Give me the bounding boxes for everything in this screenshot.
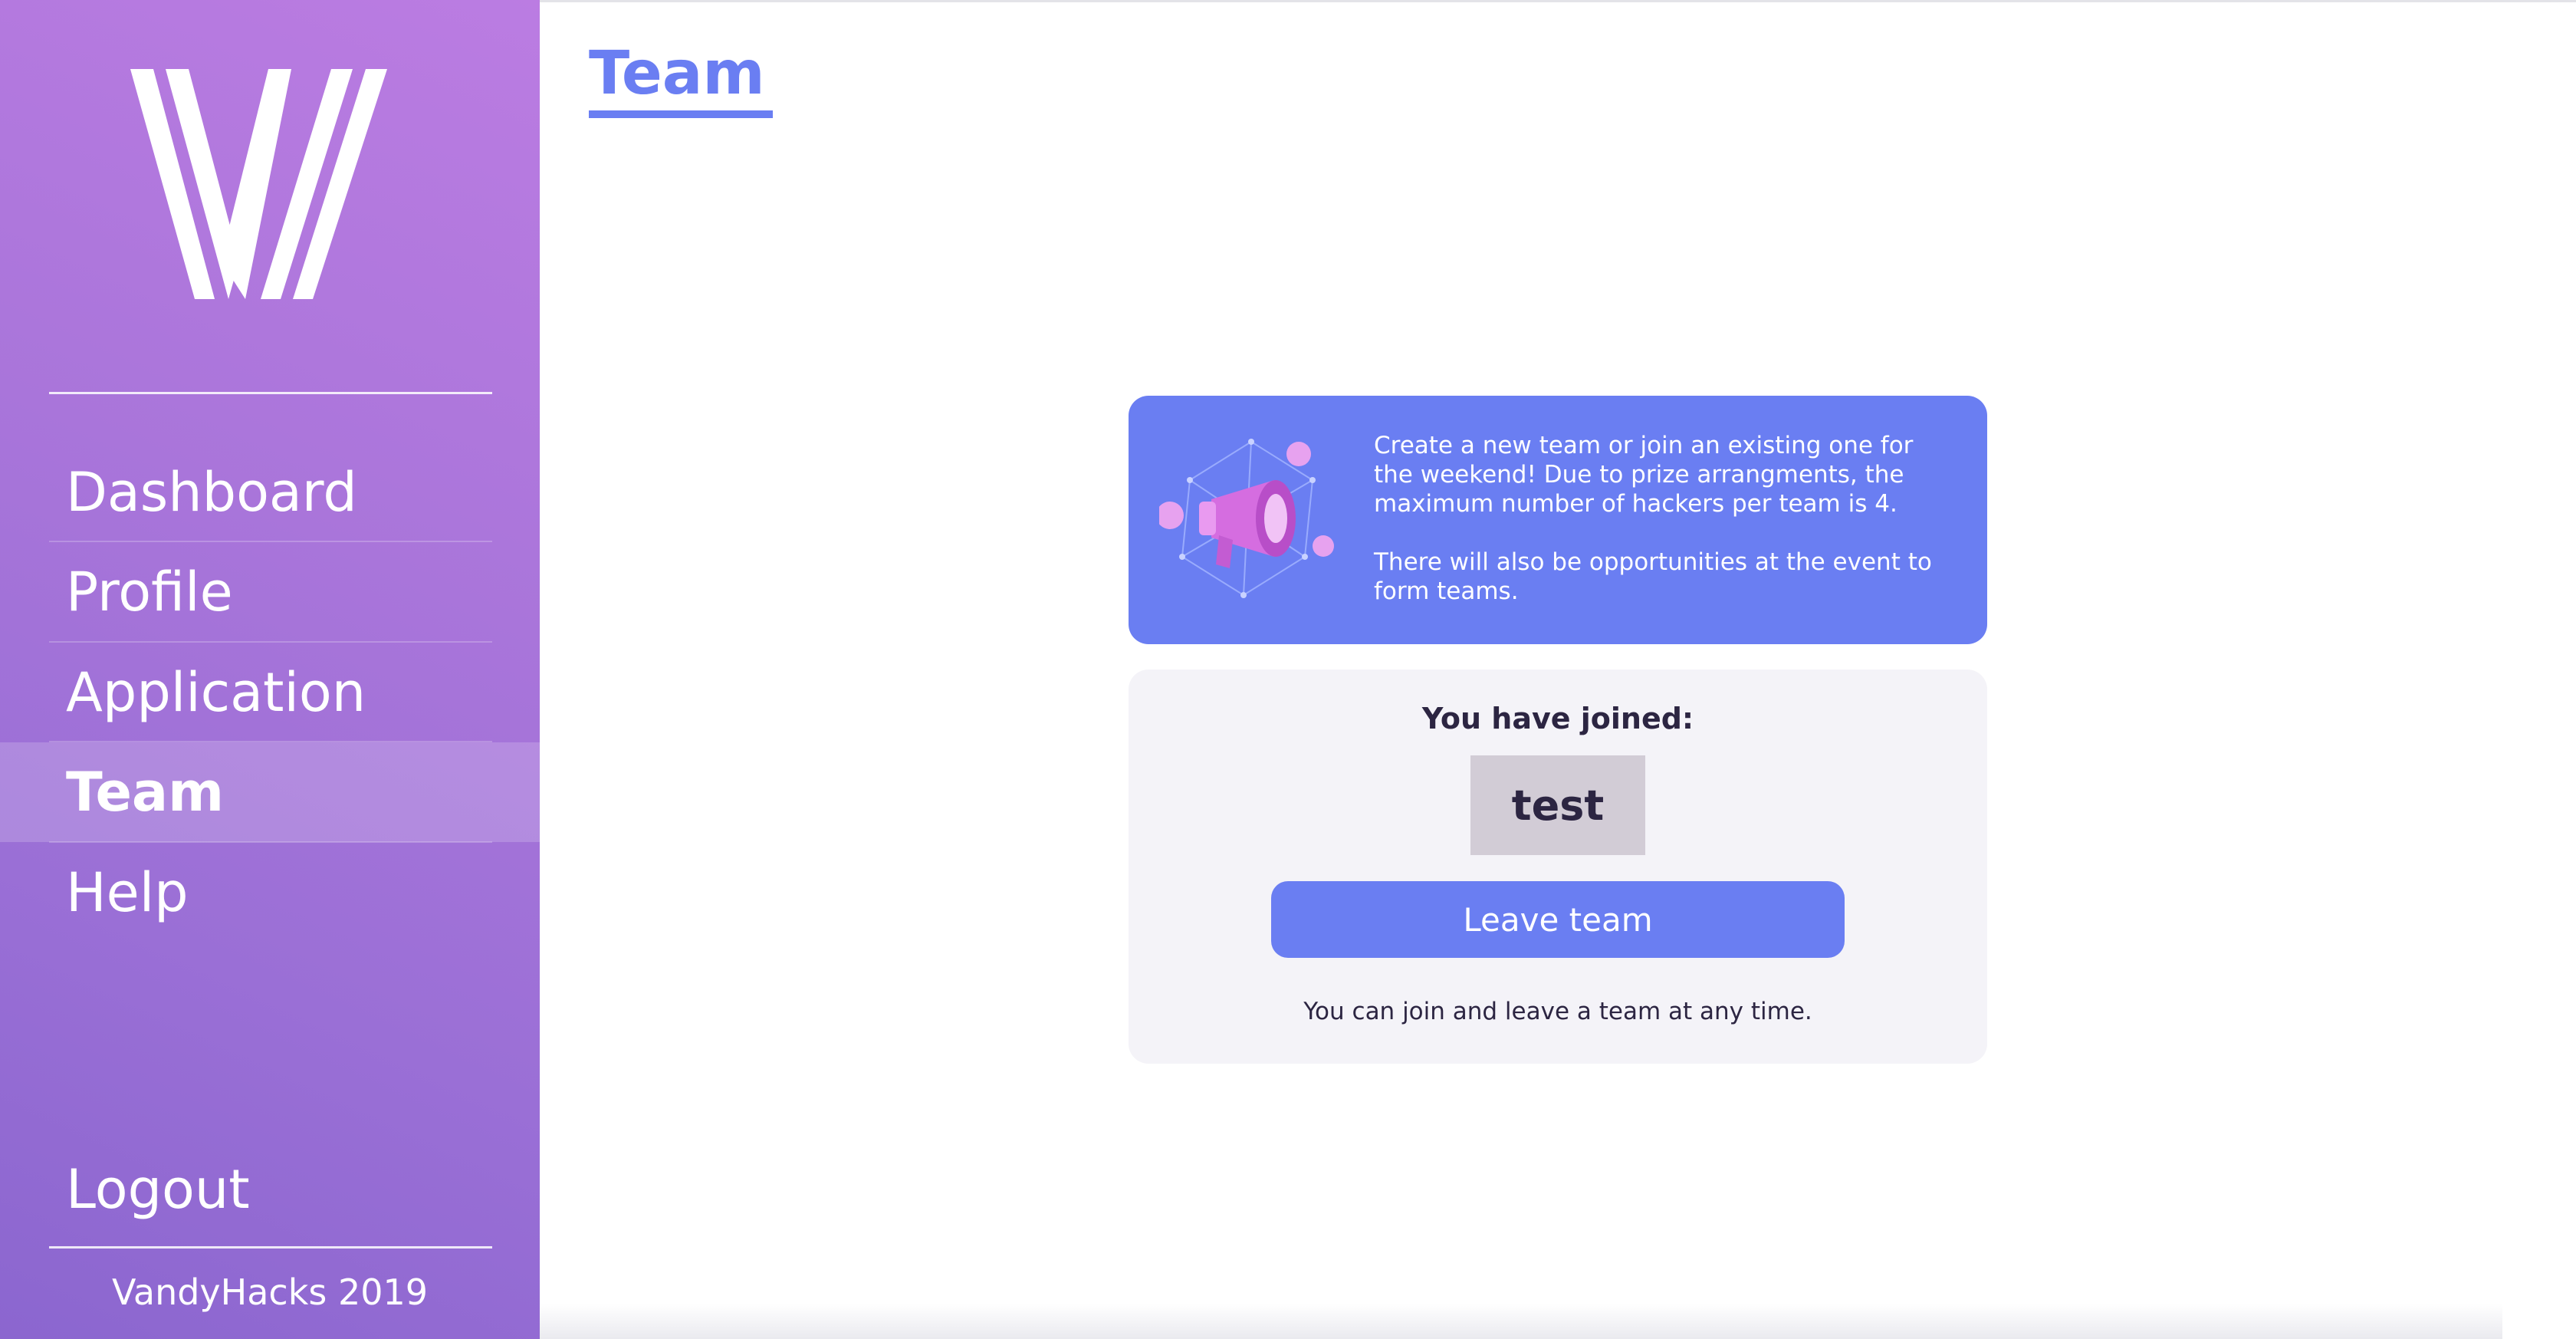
team-info-card: Create a new team or join an existing on… xyxy=(1129,396,1987,644)
sidebar-top-divider xyxy=(49,392,492,394)
megaphone-icon xyxy=(1159,439,1334,598)
logout-link[interactable]: Logout xyxy=(66,1158,250,1221)
team-name: test xyxy=(1470,755,1645,855)
page-title-underline xyxy=(589,110,773,118)
leave-team-button[interactable]: Leave team xyxy=(1271,881,1845,958)
sidebar-footer: VandyHacks 2019 xyxy=(111,1272,429,1313)
sidebar-item-team[interactable]: Team xyxy=(0,742,540,842)
team-info-paragraph-2: There will also be opportunities at the … xyxy=(1374,548,1932,605)
team-info-paragraph-1: Create a new team or join an existing on… xyxy=(1374,432,1914,518)
bottom-shadow xyxy=(540,1304,2502,1339)
sidebar: Dashboard Profile Application Team Help … xyxy=(0,0,540,1339)
page-title: Team xyxy=(589,39,765,108)
vandyhacks-logo[interactable] xyxy=(130,69,406,322)
sidebar-item-application[interactable]: Application xyxy=(0,643,540,742)
sidebar-bottom-divider xyxy=(49,1246,492,1249)
team-note: You can join and leave a team at any tim… xyxy=(1303,998,1812,1025)
sidebar-item-dashboard[interactable]: Dashboard xyxy=(0,442,540,542)
team-info-text: Create a new team or join an existing on… xyxy=(1374,431,1957,606)
current-team-card: You have joined: test Leave team You can… xyxy=(1129,670,1987,1064)
top-border xyxy=(540,0,2576,2)
sidebar-item-help[interactable]: Help xyxy=(0,843,540,943)
joined-label: You have joined: xyxy=(1421,702,1694,735)
sidebar-item-profile[interactable]: Profile xyxy=(0,542,540,642)
